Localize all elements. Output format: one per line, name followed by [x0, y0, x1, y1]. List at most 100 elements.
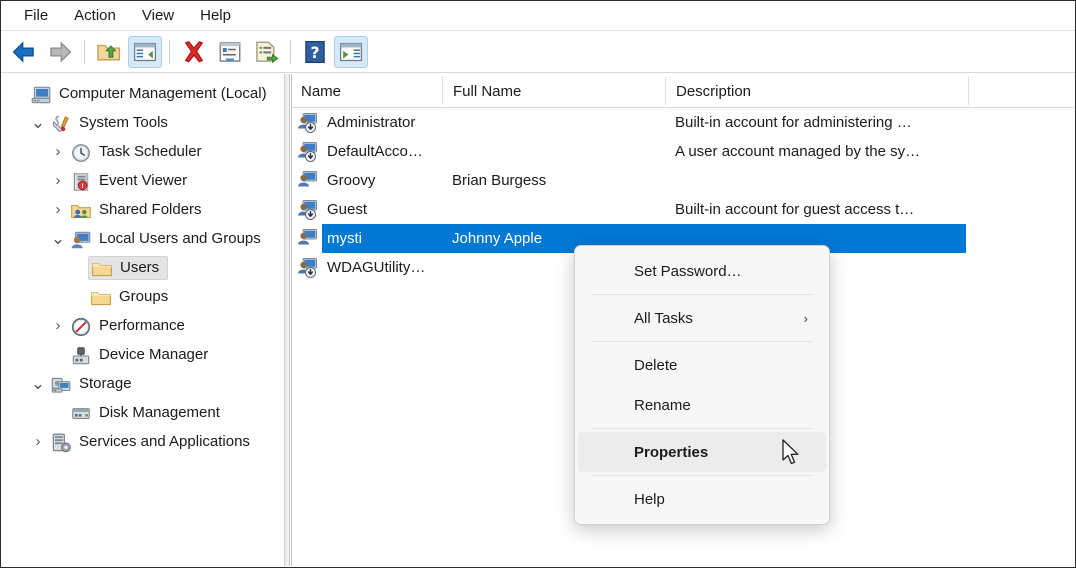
help-icon[interactable]: ? [298, 36, 332, 68]
context-menu-item-label: Set Password… [634, 262, 742, 280]
forward-arrow-icon[interactable] [43, 36, 77, 68]
menu-bar: File Action View Help [1, 1, 1075, 31]
table-row[interactable]: Groovy Brian Burgess [292, 166, 1074, 195]
ctx-all-tasks[interactable]: All Tasks › [578, 298, 826, 338]
context-menu-item-label: Delete [634, 356, 678, 374]
clock-icon [70, 142, 92, 162]
tree-item-storage[interactable]: ⌄ Storage [2, 369, 284, 398]
toolbar-separator [290, 40, 291, 64]
context-menu-item-label: Rename [634, 396, 691, 414]
chevron-down-icon[interactable]: ⌄ [28, 375, 48, 392]
list-column-header: Name Full Name Description [292, 74, 1074, 108]
tree-item-label: Device Manager [99, 346, 209, 363]
menu-help[interactable]: Help [188, 4, 243, 27]
chevron-right-icon[interactable]: › [48, 317, 68, 334]
device-manager-icon [70, 345, 92, 365]
cell-name: mysti [327, 230, 362, 247]
user-account-icon [297, 228, 318, 249]
user-account-disabled-icon [297, 112, 318, 133]
tree-item-content: Users [88, 255, 169, 280]
tree-item-task-scheduler[interactable]: › Task Scheduler [2, 137, 284, 166]
menu-file[interactable]: File [12, 4, 60, 27]
computer-icon [30, 84, 52, 104]
column-header-description[interactable]: Description [667, 74, 751, 108]
chevron-right-icon[interactable]: › [48, 143, 68, 160]
ctx-help[interactable]: Help [578, 479, 826, 519]
column-header-full_name[interactable]: Full Name [444, 74, 521, 108]
tree-item-content: System Tools [48, 112, 176, 134]
tree-item-label: Services and Applications [79, 433, 250, 450]
context-menu-item-label: All Tasks [634, 309, 693, 327]
tree-item-users[interactable]: Users [2, 253, 284, 282]
back-arrow-icon[interactable] [7, 36, 41, 68]
column-divider[interactable] [665, 77, 666, 105]
svg-text:!: ! [82, 183, 84, 190]
context-menu-item-label: Properties [634, 443, 709, 461]
user-account-icon [297, 170, 318, 191]
tree-item-label: Performance [99, 317, 185, 334]
storage-icon [50, 374, 72, 394]
chevron-right-icon: › [803, 310, 808, 326]
tree-item-computer-management[interactable]: Computer Management (Local) [2, 79, 284, 108]
computer-management-window: File Action View Help ? Computer Management… [0, 0, 1076, 568]
tree-item-content: Services and Applications [48, 431, 258, 453]
chevron-right-icon[interactable]: › [48, 172, 68, 189]
ctx-delete[interactable]: Delete [578, 345, 826, 385]
cell-name: WDAGUtility… [327, 259, 426, 276]
tree-item-services-and-applications[interactable]: › Services and Applications [2, 427, 284, 456]
chevron-down-icon[interactable]: ⌄ [28, 114, 48, 131]
show-action-pane-icon[interactable] [334, 36, 368, 68]
console-tree-pane: Computer Management (Local) ⌄ System Tools… [2, 74, 285, 566]
tree-item-label: Computer Management (Local) [59, 85, 267, 102]
menu-view[interactable]: View [130, 4, 186, 27]
table-row[interactable]: Administrator Built-in account for admini… [292, 108, 1074, 137]
context-menu-separator [591, 475, 813, 476]
tree-item-label: Groups [119, 288, 169, 305]
column-divider[interactable] [968, 77, 969, 105]
tree-item-system-tools[interactable]: ⌄ System Tools [2, 108, 284, 137]
tree-item-groups[interactable]: Groups [2, 282, 284, 311]
tree-item-content: Disk Management [68, 402, 228, 424]
toolbar: ? [1, 32, 1075, 73]
tree-item-label: System Tools [79, 114, 168, 131]
tree-item-performance[interactable]: › Performance [2, 311, 284, 340]
tree-item-disk-management[interactable]: Disk Management [2, 398, 284, 427]
column-divider[interactable] [442, 77, 443, 105]
menu-action[interactable]: Action [62, 4, 128, 27]
tree-item-label: Storage [79, 375, 132, 392]
user-account-disabled-icon [297, 257, 318, 278]
column-header-name[interactable]: Name [292, 74, 341, 108]
tree-item-local-users-and-groups[interactable]: ⌄ Local Users and Groups [2, 224, 284, 253]
show-hide-tree-icon[interactable] [128, 36, 162, 68]
up-folder-icon[interactable] [92, 36, 126, 68]
table-row[interactable]: DefaultAcco… A user account managed by th… [292, 137, 1074, 166]
properties-icon[interactable] [213, 36, 247, 68]
tree-item-shared-folders[interactable]: › Shared Folders [2, 195, 284, 224]
ctx-set-password[interactable]: Set Password… [578, 251, 826, 291]
chevron-right-icon[interactable]: › [48, 201, 68, 218]
export-list-icon[interactable] [249, 36, 283, 68]
pane-splitter[interactable] [285, 74, 290, 566]
ctx-rename[interactable]: Rename [578, 385, 826, 425]
tree-item-event-viewer[interactable]: ›! Event Viewer [2, 166, 284, 195]
context-menu[interactable]: Set Password… All Tasks › Delete Rename Prope… [574, 245, 830, 525]
cell-name: Guest [327, 201, 368, 218]
table-row[interactable]: Guest Built-in account for guest access t… [292, 195, 1074, 224]
tree-item-content: Local Users and Groups [68, 228, 269, 250]
tree-item-content: Storage [48, 373, 140, 395]
tree-item-device-manager[interactable]: Device Manager [2, 340, 284, 369]
cell-description: Built-in account for administering … [675, 114, 912, 131]
tree-item-content: Performance [68, 315, 193, 337]
ctx-properties[interactable]: Properties [578, 432, 826, 472]
delete-x-icon[interactable] [177, 36, 211, 68]
chevron-right-icon[interactable]: › [28, 433, 48, 450]
users-groups-icon [70, 229, 92, 249]
chevron-down-icon[interactable]: ⌄ [48, 230, 68, 247]
tree-item-label: Task Scheduler [99, 143, 202, 160]
system-tools-icon [50, 113, 72, 133]
cell-name: DefaultAcco… [327, 143, 423, 160]
tree-item-label: Event Viewer [99, 172, 188, 189]
